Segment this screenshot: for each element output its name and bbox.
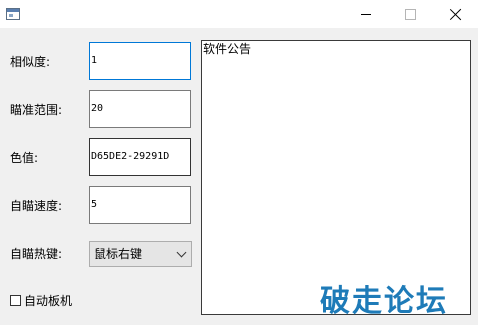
color-label: 色值: [10,151,39,165]
hotkey-label: 自瞄热键: [10,247,63,261]
checkbox-icon[interactable] [10,295,21,306]
aim-speed-input[interactable]: 5 [89,186,191,224]
notice-title: 软件公告 [203,42,252,56]
maximize-button[interactable] [388,0,433,28]
watermark-logo: 破走论坛 [320,284,448,319]
auto-trigger-label: 自动板机 [24,294,73,308]
minimize-icon [360,13,371,15]
hotkey-select[interactable]: 鼠标右键 [89,241,192,267]
minimize-button[interactable] [343,0,388,28]
aim-speed-label: 自瞄速度: [10,199,63,213]
color-input[interactable]: D65DE2-29291D [89,138,191,176]
similarity-label: 相似度: [10,55,51,69]
aim-range-input[interactable]: 20 [89,90,191,128]
maximize-icon [405,8,416,20]
close-button[interactable] [433,0,478,28]
notice-textarea[interactable]: 软件公告 [201,40,471,315]
chevron-down-icon [176,247,187,258]
similarity-input[interactable]: 1 [89,42,191,80]
title-bar[interactable] [0,0,478,28]
close-icon [450,8,462,20]
app-window-icon [6,8,20,20]
aim-range-label: 瞄准范围: [10,103,63,117]
hotkey-selected-value: 鼠标右键 [94,247,143,261]
